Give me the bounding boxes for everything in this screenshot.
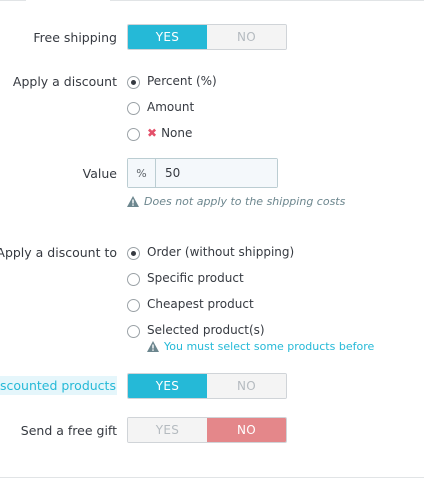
selected-products-warning-text: You must select some products before [164,340,375,353]
radio-percent-label: Percent (%) [147,74,217,88]
free-shipping-switch[interactable]: YES NO [127,24,287,50]
free-gift-switch[interactable]: YES NO [127,417,287,443]
radio-order-label: Order (without shipping) [147,245,295,259]
free-gift-yes[interactable]: YES [128,418,207,442]
radio-none[interactable]: ✖ None [127,125,192,141]
apply-discount-to-label: Apply a discount to [0,245,117,260]
radio-cheapest-product[interactable]: Cheapest product [127,296,254,312]
radio-none-label: None [161,126,193,140]
value-help: Does not apply to the shipping costs [127,195,345,208]
radio-amount-input[interactable] [127,102,140,115]
free-gift-label: Send a free gift [20,423,117,438]
discounted-products-switch[interactable]: YES NO [127,373,287,399]
radio-selected-products-label: Selected product(s) [147,323,265,337]
radio-cheapest-product-input[interactable] [127,299,140,312]
x-mark-icon: ✖ [147,126,158,140]
bottom-divider [0,477,424,478]
radio-percent-input[interactable] [127,76,140,89]
percent-addon: % [128,159,156,187]
radio-amount-label: Amount [147,100,195,114]
warning-icon [147,341,159,352]
apply-discount-label: Apply a discount [12,74,117,89]
radio-specific-product-label: Specific product [147,271,244,285]
value-help-text: Does not apply to the shipping costs [144,195,346,208]
radio-order-input[interactable] [127,247,140,260]
radio-percent[interactable]: Percent (%) [127,73,217,89]
discounted-products-yes[interactable]: YES [128,374,207,398]
radio-order[interactable]: Order (without shipping) [127,244,294,260]
radio-cheapest-product-label: Cheapest product [147,297,254,311]
selected-products-warning: You must select some products before [147,340,374,353]
value-input-group: % 50 [127,158,278,188]
value-label: Value [82,166,117,181]
value-input[interactable]: 50 [156,159,277,187]
radio-specific-product[interactable]: Specific product [127,270,244,286]
discounted-products-label: scounted products [0,376,117,395]
free-shipping-label: Free shipping [33,30,117,45]
radio-amount[interactable]: Amount [127,99,194,115]
free-shipping-yes[interactable]: YES [128,25,207,49]
radio-specific-product-input[interactable] [127,273,140,286]
discounted-products-no[interactable]: NO [207,374,286,398]
top-tab-gap [26,0,110,4]
radio-selected-products-input[interactable] [127,325,140,338]
free-shipping-no[interactable]: NO [207,25,286,49]
radio-selected-products[interactable]: Selected product(s) [127,322,265,338]
warning-icon [127,196,139,207]
radio-none-input[interactable] [127,128,140,141]
free-gift-no[interactable]: NO [207,418,286,442]
